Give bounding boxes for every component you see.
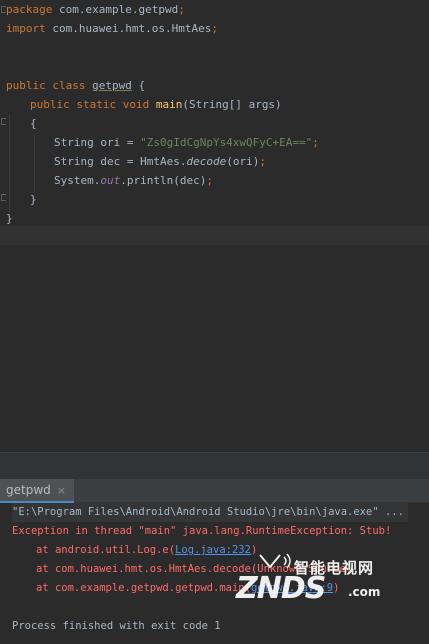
panel-splitter[interactable]: [0, 452, 429, 479]
run-tab-getpwd[interactable]: getpwd ×: [0, 479, 74, 503]
console-exception-line: Exception in thread "main" java.lang.Run…: [12, 525, 392, 537]
code-editor[interactable]: package com.example.getpwd; import com.h…: [0, 0, 429, 452]
run-tab-label: getpwd: [6, 483, 51, 497]
indent-guide: [9, 114, 10, 212]
znds-watermark: 智能电视网 ZNDS .com: [224, 551, 429, 611]
watermark-logo-text: ZNDS: [236, 571, 326, 606]
code-line-dec: String dec = HmtAes.decode(ori);: [54, 155, 266, 168]
close-icon[interactable]: ×: [57, 484, 66, 497]
code-line-package: package com.example.getpwd;: [6, 3, 185, 16]
code-line-class-close: }: [6, 212, 13, 225]
code-line-ori: String ori = "Zs0gIdCgNpYs4xwQFyC+EA==";: [54, 136, 319, 149]
code-line-class-decl: public class getpwd {: [6, 79, 146, 92]
console-exit-line: Process finished with exit code 1: [12, 620, 221, 632]
indent-guide: [34, 133, 35, 193]
run-tool-window-tabs: getpwd ×: [0, 479, 429, 503]
code-line-import: import com.huawei.hmt.os.HmtAes;: [6, 22, 218, 35]
code-line-main-close: }: [30, 193, 37, 206]
code-line-main-open: {: [30, 117, 37, 130]
watermark-domain-text: .com: [348, 585, 381, 599]
fold-marker-icon[interactable]: [1, 118, 6, 125]
code-line-main-decl: public static void main(String[] args): [30, 98, 282, 111]
code-line-println: System.out.println(dec);: [54, 174, 213, 187]
console-command-line[interactable]: "E:\Program Files\Android\Android Studio…: [12, 503, 408, 522]
current-line-highlight: [0, 226, 429, 245]
fold-marker-icon[interactable]: [1, 194, 6, 201]
